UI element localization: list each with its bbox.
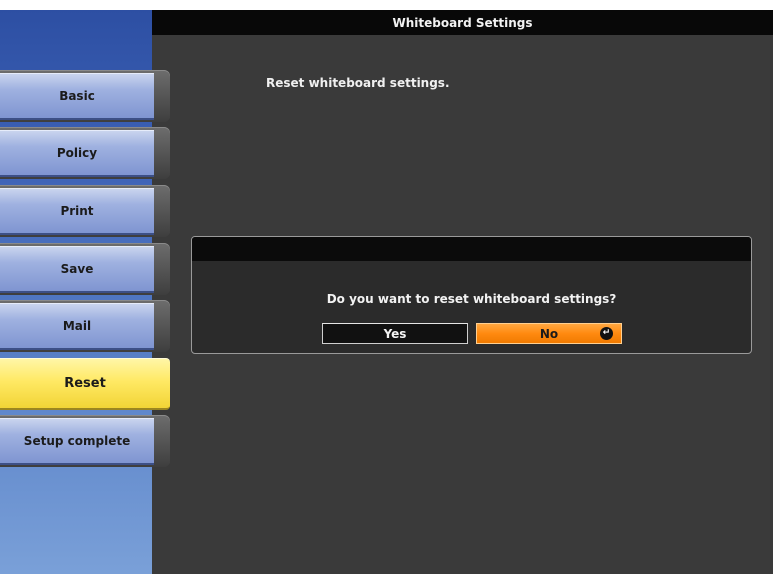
sidebar: Basic Policy Print Save Mail Reset Setup… [0, 10, 170, 574]
sidebar-item-policy[interactable]: Policy [0, 127, 170, 179]
dialog-question: Do you want to reset whiteboard settings… [326, 292, 617, 306]
sidebar-item-label: Basic [0, 73, 154, 120]
reset-message: Reset whiteboard settings. [266, 76, 450, 90]
sidebar-item-reset[interactable]: Reset [0, 358, 170, 410]
sidebar-item-print[interactable]: Print [0, 185, 170, 237]
sidebar-item-label: Print [0, 188, 154, 235]
yes-button-label: Yes [383, 326, 407, 341]
settings-screen: Basic Policy Print Save Mail Reset Setup… [0, 10, 773, 574]
sidebar-item-label: Reset [0, 358, 170, 410]
window-title: Whiteboard Settings [152, 10, 773, 35]
sidebar-item-basic[interactable]: Basic [0, 70, 170, 122]
sidebar-item-label: Save [0, 246, 154, 293]
no-button-label: No [539, 326, 559, 341]
sidebar-item-setup-complete[interactable]: Setup complete [0, 415, 170, 467]
no-button[interactable]: No ↵ [476, 323, 622, 344]
sidebar-item-label: Policy [0, 130, 154, 177]
sidebar-item-mail[interactable]: Mail [0, 300, 170, 352]
sidebar-item-label: Mail [0, 303, 154, 350]
sidebar-item-save[interactable]: Save [0, 243, 170, 295]
sidebar-item-label: Setup complete [0, 418, 154, 465]
yes-button[interactable]: Yes [322, 323, 468, 344]
confirm-dialog: Do you want to reset whiteboard settings… [191, 236, 752, 354]
enter-icon: ↵ [600, 327, 613, 340]
dialog-header [192, 237, 751, 261]
